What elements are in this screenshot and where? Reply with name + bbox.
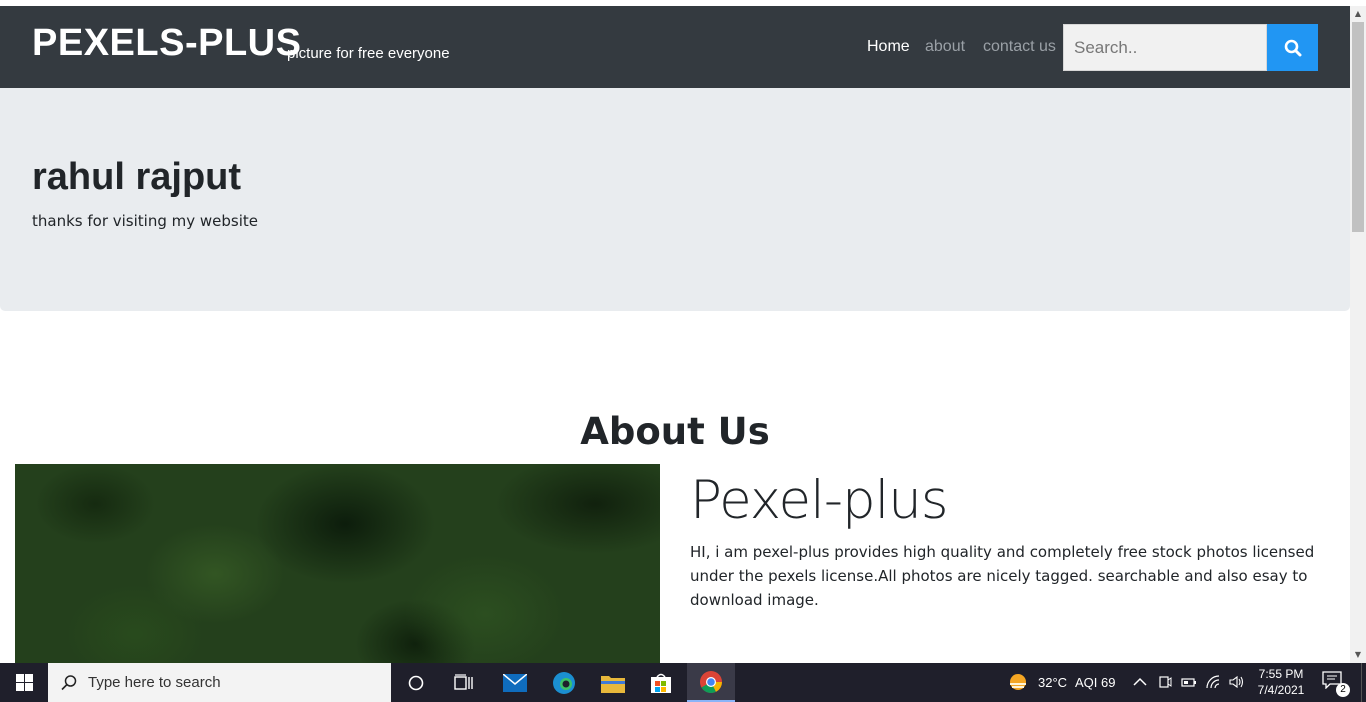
brand-logo[interactable]: PEXELS-PLUS xyxy=(32,22,301,65)
taskbar-chrome[interactable] xyxy=(687,663,735,702)
cortana-circle-icon xyxy=(408,675,424,690)
about-description: HI, i am pexel-plus provides high qualit… xyxy=(690,543,1315,609)
start-button[interactable] xyxy=(0,663,48,702)
tray-battery-icon[interactable] xyxy=(1181,674,1197,690)
chevron-up-icon xyxy=(1133,677,1147,686)
page-viewport: PEXELS-PLUS picture for free everyone Ho… xyxy=(0,6,1350,663)
nav-link-contact[interactable]: contact us xyxy=(983,38,1056,56)
about-image xyxy=(15,464,660,663)
taskbar-clock[interactable]: 7:55 PM 7/4/2021 xyxy=(1254,666,1308,698)
taskbar: Type here to search 32°C AQI 69 7:55 PM … xyxy=(0,663,1366,702)
wifi-icon xyxy=(1206,675,1220,689)
task-view-button[interactable] xyxy=(440,663,488,702)
taskbar-store[interactable] xyxy=(637,663,685,702)
edge-browser-icon xyxy=(553,671,575,694)
chrome-browser-icon xyxy=(700,670,722,693)
notification-center-button[interactable]: 2 xyxy=(1322,671,1350,697)
taskbar-search-box[interactable]: Type here to search xyxy=(48,663,391,702)
sun-haze-icon xyxy=(1010,674,1026,690)
weather-aqi[interactable]: AQI 69 xyxy=(1075,675,1115,690)
notification-count-badge: 2 xyxy=(1336,683,1350,697)
search-icon xyxy=(1284,39,1301,56)
task-view-icon xyxy=(454,673,473,690)
search-icon xyxy=(61,674,77,690)
brand-tagline: picture for free everyone xyxy=(287,45,450,62)
show-desktop-button[interactable] xyxy=(1361,663,1366,702)
jumbotron: rahul rajput thanks for visiting my webs… xyxy=(0,88,1350,311)
nav-link-about[interactable]: about xyxy=(925,38,965,56)
clock-date: 7/4/2021 xyxy=(1257,683,1305,697)
weather-sun-icon[interactable] xyxy=(1008,672,1028,692)
speaker-icon xyxy=(1229,675,1244,689)
mail-icon xyxy=(503,673,527,692)
vertical-scrollbar[interactable]: ▲ ▼ xyxy=(1350,6,1366,663)
scroll-thumb[interactable] xyxy=(1352,22,1364,232)
scroll-up-arrow-icon[interactable]: ▲ xyxy=(1350,6,1366,22)
tray-wifi-icon[interactable] xyxy=(1206,674,1222,690)
windows-logo-icon xyxy=(15,674,33,691)
store-icon xyxy=(651,673,671,693)
taskbar-edge[interactable] xyxy=(540,663,588,702)
navbar: PEXELS-PLUS picture for free everyone Ho… xyxy=(0,6,1350,88)
folder-icon xyxy=(601,675,625,693)
cortana-button[interactable] xyxy=(392,663,440,702)
about-title: Pexel-plus xyxy=(690,470,949,531)
taskbar-file-explorer[interactable] xyxy=(589,663,637,702)
battery-icon xyxy=(1181,678,1196,687)
tray-volume-icon[interactable] xyxy=(1229,674,1245,690)
tray-chevron-up-icon[interactable] xyxy=(1132,674,1148,690)
weather-temperature[interactable]: 32°C xyxy=(1038,675,1067,690)
tray-meet-now-icon[interactable] xyxy=(1157,674,1173,690)
scroll-down-arrow-icon[interactable]: ▼ xyxy=(1350,647,1366,663)
nav-link-home[interactable]: Home xyxy=(867,38,910,56)
camera-icon xyxy=(1159,676,1172,688)
search-button[interactable] xyxy=(1267,24,1318,71)
clock-time: 7:55 PM xyxy=(1258,667,1304,681)
taskbar-search-placeholder: Type here to search xyxy=(88,674,221,691)
taskbar-mail[interactable] xyxy=(491,663,539,702)
jumbotron-title: rahul rajput xyxy=(32,156,242,198)
about-heading: About Us xyxy=(580,410,770,453)
search-input[interactable] xyxy=(1063,24,1267,71)
jumbotron-text: thanks for visiting my website xyxy=(32,212,258,230)
